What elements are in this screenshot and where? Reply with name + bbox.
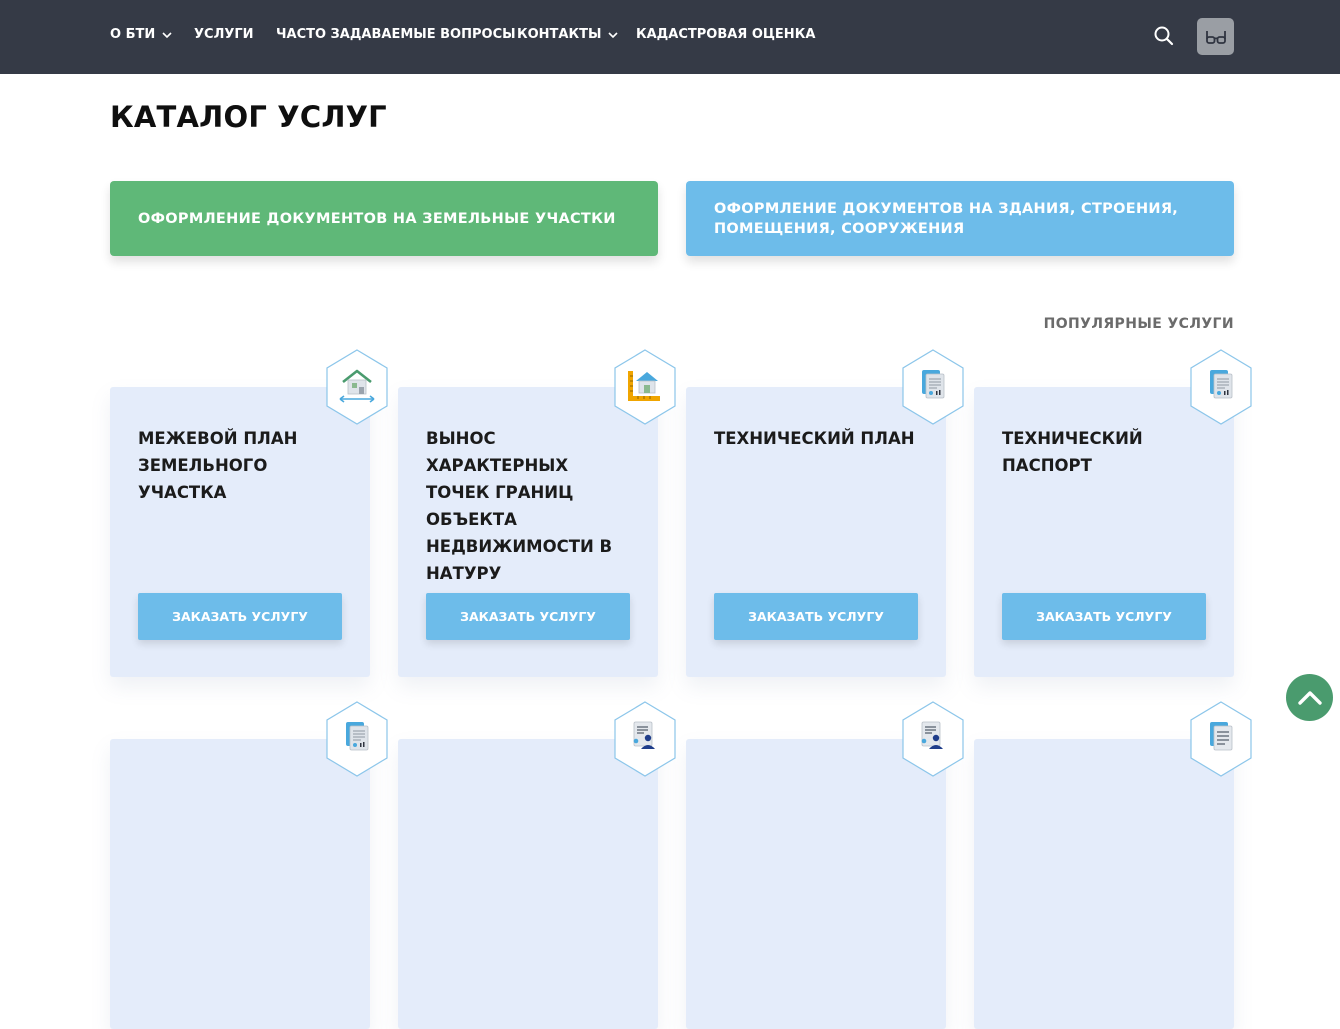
nav-item-label: КОНТАКТЫ [517,27,602,42]
house-boundary-icon [326,349,388,425]
service-card: ВЫНОС ХАРАКТЕРНЫХ ТОЧЕК ГРАНИЦ ОБЪЕКТА Н… [398,387,658,677]
service-card: ТЕХНИЧЕСКИЙ ПЛАН ЗАКАЗАТЬ УСЛУГУ [686,387,946,677]
service-card [686,739,946,1029]
page-title: КАТАЛОГ УСЛУГ [110,100,387,134]
category-label: ОФОРМЛЕНИЕ ДОКУМЕНТОВ НА ЗДАНИЯ, СТРОЕНИ… [714,200,1179,237]
category-land-documents[interactable]: ОФОРМЛЕНИЕ ДОКУМЕНТОВ НА ЗЕМЕЛЬНЫЕ УЧАСТ… [110,181,658,256]
service-card [398,739,658,1029]
document-person-icon [902,701,964,777]
order-service-button[interactable]: ЗАКАЗАТЬ УСЛУГУ [1002,593,1206,640]
service-card [110,739,370,1029]
nav-item-services[interactable]: УСЛУГИ [194,26,254,44]
document-chart-icon [326,701,388,777]
scroll-to-top-button[interactable] [1286,674,1333,721]
order-service-button[interactable]: ЗАКАЗАТЬ УСЛУГУ [138,593,342,640]
nav-item-label: О БТИ [110,27,156,42]
chevron-down-icon [608,32,619,39]
popular-services-heading: ПОПУЛЯРНЫЕ УСЛУГИ [1043,316,1234,332]
nav-item-contacts[interactable]: КОНТАКТЫ [517,26,619,44]
nav-item-about[interactable]: О БТИ [110,26,173,44]
top-navigation-bar: О БТИ УСЛУГИ ЧАСТО ЗАДАВАЕМЫЕ ВОПРОСЫ КО… [0,0,1340,74]
document-chart-icon [1190,349,1252,425]
chevron-up-icon [1297,690,1322,705]
document-person-icon [614,701,676,777]
category-building-documents[interactable]: ОФОРМЛЕНИЕ ДОКУМЕНТОВ НА ЗДАНИЯ, СТРОЕНИ… [686,181,1234,256]
document-chart-icon [902,349,964,425]
card-title: ТЕХНИЧЕСКИЙ ПАСПОРТ [1002,429,1143,475]
order-service-button[interactable]: ЗАКАЗАТЬ УСЛУГУ [426,593,630,640]
chevron-down-icon [162,32,172,39]
nav-item-label: ЧАСТО ЗАДАВАЕМЫЕ ВОПРОСЫ [276,27,516,42]
card-title: ВЫНОС ХАРАКТЕРНЫХ ТОЧЕК ГРАНИЦ ОБЪЕКТА Н… [426,429,613,583]
glasses-icon [1205,30,1226,44]
nav-item-label: УСЛУГИ [194,27,254,42]
nav-item-cadastral[interactable]: КАДАСТРОВАЯ ОЦЕНКА [636,26,815,44]
house-ruler-icon [614,349,676,425]
order-service-button[interactable]: ЗАКАЗАТЬ УСЛУГУ [714,593,918,640]
accessibility-button[interactable] [1197,18,1234,55]
card-title: ТЕХНИЧЕСКИЙ ПЛАН [714,429,915,448]
document-lines-icon [1190,701,1252,777]
search-button[interactable] [1152,24,1176,48]
category-label: ОФОРМЛЕНИЕ ДОКУМЕНТОВ НА ЗЕМЕЛЬНЫЕ УЧАСТ… [138,210,616,227]
service-card: ТЕХНИЧЕСКИЙ ПАСПОРТ ЗАКАЗАТЬ УСЛУГУ [974,387,1234,677]
search-icon [1154,26,1174,46]
service-card: МЕЖЕВОЙ ПЛАН ЗЕМЕЛЬНОГО УЧАСТКА ЗАКАЗАТЬ… [110,387,370,677]
card-title: МЕЖЕВОЙ ПЛАН ЗЕМЕЛЬНОГО УЧАСТКА [138,429,298,502]
service-card [974,739,1234,1029]
nav-item-faq[interactable]: ЧАСТО ЗАДАВАЕМЫЕ ВОПРОСЫ [276,26,516,44]
nav-item-label: КАДАСТРОВАЯ ОЦЕНКА [636,27,816,42]
